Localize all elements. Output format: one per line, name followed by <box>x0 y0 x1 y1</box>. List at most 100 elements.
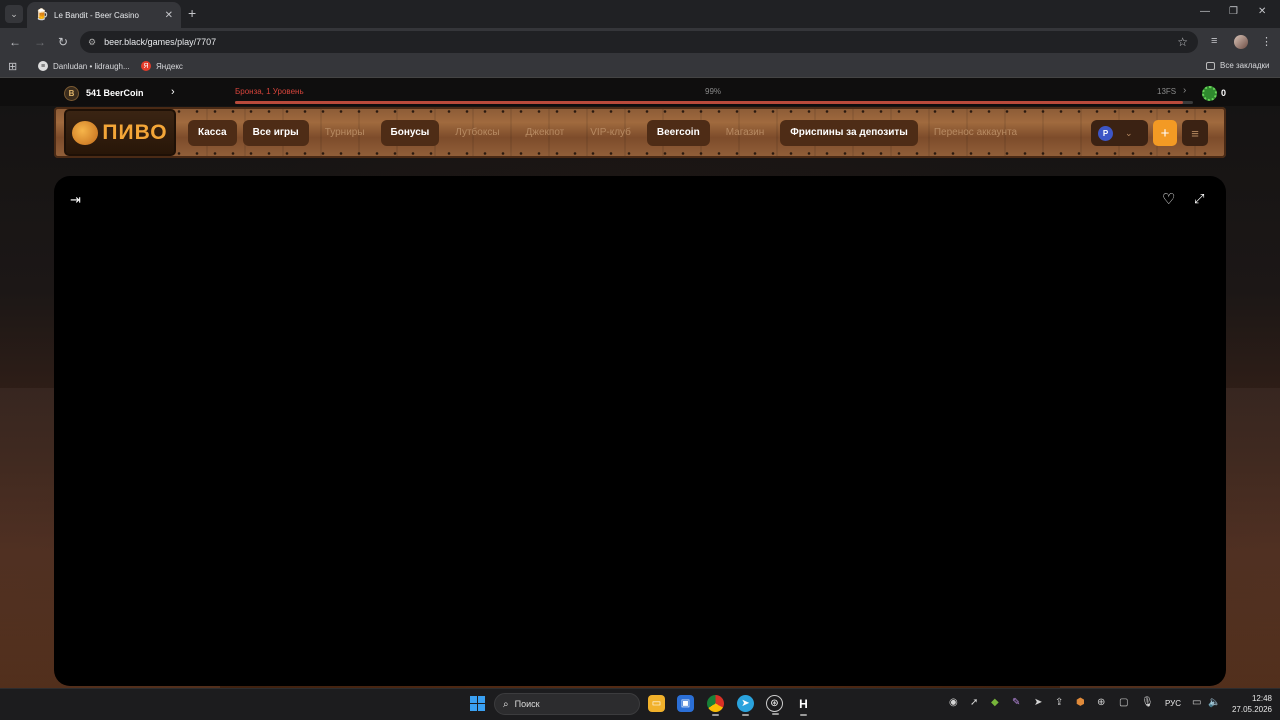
language-indicator[interactable]: РУС <box>1165 699 1181 708</box>
telegram-icon[interactable]: ➤ <box>737 695 754 716</box>
site-logo[interactable]: ПИВО <box>64 109 176 156</box>
ruble-icon: P <box>1098 125 1113 141</box>
tray-feather-icon[interactable]: ✎ <box>1012 697 1020 708</box>
nvidia-icon[interactable]: ◆ <box>991 697 999 708</box>
beercoin-icon: B <box>64 86 79 101</box>
volume-icon[interactable]: 🔈 <box>1208 697 1220 708</box>
gear-count: 0 <box>1221 88 1227 98</box>
nav-button[interactable]: Фриспины за депозиты <box>780 120 918 146</box>
nav-button[interactable]: Турниры <box>315 120 375 146</box>
running-indicator <box>712 714 719 716</box>
casino-page: B 541 BeerCoin › Бронза, 1 Уровень 99% 1… <box>0 78 1280 688</box>
tray-cloud-icon[interactable]: ▢ <box>1119 697 1128 708</box>
tray-share-icon[interactable]: ⇪ <box>1055 697 1063 708</box>
favorite-heart-icon[interactable]: ♡ <box>1162 190 1175 208</box>
freespins-count[interactable]: 13FS <box>1157 87 1176 96</box>
nav-button[interactable]: Бонусы <box>380 120 440 146</box>
microphone-icon[interactable]: 🎙 <box>1141 697 1154 708</box>
steam-icon[interactable]: ⊛ <box>766 695 783 715</box>
nav-button[interactable]: Beercoin <box>646 120 710 146</box>
tray-app-icon[interactable]: ◉ <box>949 697 958 708</box>
mascot-icon <box>72 120 99 145</box>
deposit-button[interactable]: + <box>1153 120 1177 146</box>
forward-icon[interactable]: → <box>34 34 46 50</box>
nav-buttons: Касса Все игры Турниры Бонусы Лутбоксы Джекпо… <box>188 120 1033 146</box>
nav-button[interactable]: Перенос аккаунта <box>924 120 1027 146</box>
progress-percent: 99% <box>705 87 722 96</box>
currency-selector[interactable]: P ⌄ <box>1091 120 1148 146</box>
bookmark-label: Яндекс <box>156 61 183 71</box>
rivets-decoration <box>62 152 1218 155</box>
chevron-down-icon: ⌄ <box>1125 127 1133 138</box>
level-label: Бронза, 1 Уровень <box>235 87 304 96</box>
running-indicator <box>800 714 807 716</box>
bookmark-star-icon[interactable]: ☆ <box>1177 35 1188 49</box>
nav-button[interactable]: Лутбоксы <box>445 120 509 146</box>
exit-game-icon[interactable]: ⇥ <box>70 192 81 208</box>
tab-search-button[interactable]: ⌄ <box>5 5 23 23</box>
hamburger-menu-icon[interactable]: ≡ <box>1182 120 1208 146</box>
telegram-tray-icon[interactable]: ➤ <box>1034 697 1042 708</box>
bookmark-danludan[interactable]: ≡ Danludan • lidraugh... <box>38 61 130 71</box>
more-menu-icon[interactable]: ⋮ <box>1261 35 1272 48</box>
game-frame[interactable] <box>54 176 1226 686</box>
running-indicator <box>772 713 779 715</box>
nav-button[interactable]: Джекпот <box>516 120 575 146</box>
file-explorer-icon[interactable]: ▭ <box>648 695 665 712</box>
nav-button[interactable]: Магазин <box>716 120 775 146</box>
url-text: beer.black/games/play/7707 <box>104 37 217 47</box>
back-icon[interactable]: ← <box>9 34 21 50</box>
clock[interactable]: 12:48 27.05.2026 <box>1226 693 1272 715</box>
windows-start-icon[interactable] <box>470 696 485 711</box>
profile-avatar[interactable] <box>1234 35 1248 49</box>
yandex-icon: Я <box>141 61 151 71</box>
date: 27.05.2026 <box>1231 705 1272 714</box>
bookmark-yandex[interactable]: Я Яндекс <box>141 61 183 71</box>
minimize-icon[interactable]: — <box>1200 6 1210 17</box>
bookmarks-bar <box>0 56 1280 78</box>
level-progress-fill <box>235 101 1184 104</box>
all-bookmarks[interactable]: Все закладки <box>1206 61 1269 70</box>
chevron-right-icon[interactable]: › <box>1183 85 1186 96</box>
all-bookmarks-label: Все закладки <box>1220 61 1270 70</box>
time: 12:48 <box>1251 694 1272 703</box>
tray-gamepad-icon[interactable]: ⊕ <box>1097 697 1105 708</box>
database-icon: ≡ <box>38 61 48 71</box>
search-placeholder: Поиск <box>514 699 540 709</box>
nav-button[interactable]: VIP-клуб <box>580 120 641 146</box>
address-bar[interactable]: ⚙ beer.black/games/play/7707 ☆ <box>80 31 1198 53</box>
media-icon[interactable]: ≡ <box>1211 35 1217 47</box>
running-indicator <box>742 714 749 716</box>
tab-bar: ⌄ 🍺 Le Bandit - Beer Casino ✕ + — ❐ ✕ <box>0 0 1280 28</box>
search-icon: ⌕ <box>503 698 509 710</box>
close-window-icon[interactable]: ✕ <box>1258 6 1266 17</box>
chrome-icon[interactable] <box>707 695 724 716</box>
browser-tab[interactable]: 🍺 Le Bandit - Beer Casino ✕ <box>27 2 181 28</box>
bookmark-label: Danludan • lidraugh... <box>53 61 130 71</box>
taskbar <box>0 688 1280 720</box>
tray-shield-icon[interactable]: ⬢ <box>1076 697 1085 708</box>
tray-cursor-icon[interactable]: ➚ <box>970 697 978 708</box>
site-info-icon[interactable]: ⚙ <box>88 37 96 48</box>
gear-coin-icon <box>1202 86 1217 101</box>
reload-icon[interactable]: ↻ <box>58 34 68 50</box>
new-tab-button[interactable]: + <box>188 5 196 21</box>
apps-icon[interactable]: ⊞ <box>8 60 17 73</box>
beercoin-balance[interactable]: 541 BeerCoin <box>86 88 144 98</box>
maximize-icon[interactable]: ❐ <box>1229 6 1238 17</box>
level-progress-bar <box>235 101 1193 104</box>
beer-icon: 🍺 <box>35 9 49 21</box>
close-tab-icon[interactable]: ✕ <box>165 10 173 21</box>
fullscreen-icon[interactable]: ⤢ <box>1194 191 1204 207</box>
store-icon[interactable]: ▣ <box>677 695 694 712</box>
chevron-right-icon[interactable]: › <box>171 86 175 98</box>
app-h-icon[interactable]: H <box>795 695 812 716</box>
network-icon[interactable]: ▭ <box>1192 697 1201 708</box>
rivets-decoration <box>62 110 1218 113</box>
taskbar-search[interactable]: ⌕ Поиск <box>494 693 640 715</box>
folder-icon <box>1206 61 1215 70</box>
nav-button[interactable]: Все игры <box>242 120 309 146</box>
nav-button[interactable]: Касса <box>188 120 237 146</box>
tab-title: Le Bandit - Beer Casino <box>54 10 139 20</box>
logo-text: ПИВО <box>102 120 168 144</box>
